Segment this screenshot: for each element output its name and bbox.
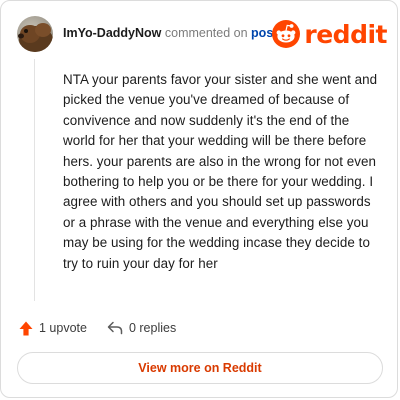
view-more-button[interactable]: View more on Reddit — [17, 352, 383, 384]
username[interactable]: ImYo-DaddyNow — [63, 26, 161, 40]
upvote-count: 1 upvote — [39, 321, 87, 335]
replies-button[interactable]: 0 replies — [107, 321, 176, 335]
commented-on-text: commented on — [164, 26, 248, 40]
thread-line[interactable] — [34, 59, 35, 301]
comment-card: ImYo-DaddyNow commented on post reddit N… — [0, 0, 398, 398]
comment-actions: 1 upvote 0 replies — [19, 318, 176, 338]
reply-arrow-icon — [107, 321, 123, 335]
avatar[interactable] — [17, 16, 53, 52]
reddit-wordmark: reddit — [304, 19, 387, 49]
comment-body: NTA your parents favor your sister and s… — [63, 72, 378, 271]
upvote-arrow-icon — [19, 321, 33, 335]
comment-header: ImYo-DaddyNow commented on post reddit — [17, 15, 387, 53]
replies-count: 0 replies — [128, 321, 177, 335]
reddit-logo[interactable]: reddit — [272, 18, 387, 50]
comment-meta: ImYo-DaddyNow commented on post — [63, 26, 277, 40]
upvote-button[interactable]: 1 upvote — [19, 321, 87, 336]
reddit-snoo-icon — [272, 20, 301, 48]
avatar-image — [17, 16, 53, 52]
